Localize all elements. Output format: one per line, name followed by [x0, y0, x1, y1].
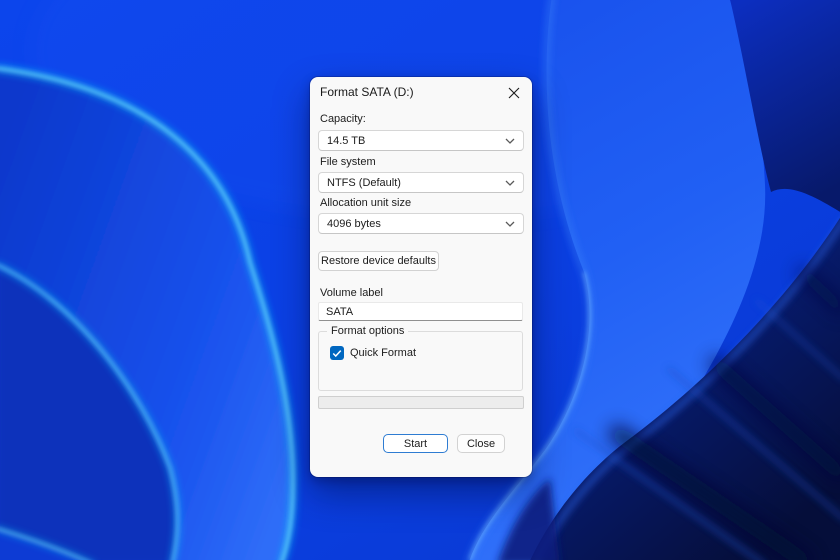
- dialog-title: Format SATA (D:): [320, 85, 414, 99]
- check-icon: [332, 349, 342, 358]
- chevron-down-icon: [505, 180, 515, 186]
- capacity-value: 14.5 TB: [327, 135, 365, 147]
- volume-label: Volume label: [320, 287, 383, 299]
- allocation-unit-dropdown[interactable]: 4096 bytes: [318, 213, 524, 234]
- format-dialog: Format SATA (D:) Capacity: 14.5 TB File …: [310, 77, 532, 477]
- capacity-dropdown[interactable]: 14.5 TB: [318, 130, 524, 151]
- format-options-group: Format options Quick Format: [318, 331, 523, 391]
- restore-defaults-button[interactable]: Restore device defaults: [318, 251, 439, 271]
- format-options-legend: Format options: [327, 325, 408, 337]
- file-system-value: NTFS (Default): [327, 177, 401, 189]
- close-button[interactable]: Close: [457, 434, 505, 453]
- quick-format-checkbox[interactable]: [330, 346, 344, 360]
- desktop: Format SATA (D:) Capacity: 14.5 TB File …: [0, 0, 840, 560]
- volume-label-input[interactable]: [318, 302, 523, 321]
- start-button[interactable]: Start: [383, 434, 448, 453]
- quick-format-option[interactable]: Quick Format: [330, 346, 416, 360]
- chevron-down-icon: [505, 221, 515, 227]
- chevron-down-icon: [505, 138, 515, 144]
- allocation-unit-value: 4096 bytes: [327, 218, 381, 230]
- close-icon[interactable]: [504, 83, 524, 103]
- capacity-label: Capacity:: [320, 113, 366, 125]
- file-system-dropdown[interactable]: NTFS (Default): [318, 172, 524, 193]
- quick-format-label: Quick Format: [350, 347, 416, 359]
- format-progress-bar: [318, 396, 524, 409]
- file-system-label: File system: [320, 156, 376, 168]
- allocation-unit-label: Allocation unit size: [320, 197, 411, 209]
- close-x-glyph: [508, 87, 520, 99]
